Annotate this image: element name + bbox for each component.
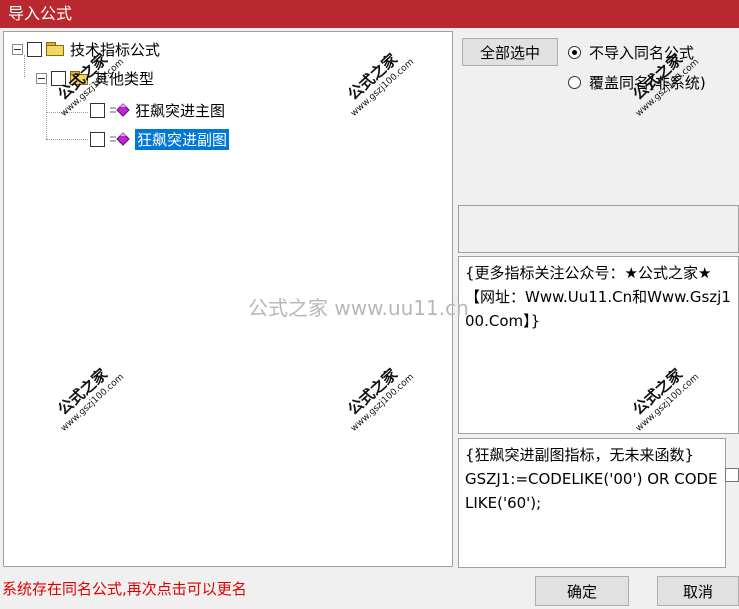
- ok-button[interactable]: 确定: [535, 576, 629, 606]
- tree-node-label: 技术指标公式: [70, 40, 161, 59]
- tree-item-main-chart[interactable]: 狂飙突进主图: [90, 98, 225, 122]
- info-textbox[interactable]: {更多指标关注公众号：★公式之家★【网址：Www.Uu11.Cn和Www.Gsz…: [458, 256, 739, 434]
- tree-line: [46, 139, 88, 140]
- tree-node-group[interactable]: 其他类型: [36, 66, 154, 90]
- radio-checked-icon[interactable]: [568, 46, 581, 59]
- item-checkbox[interactable]: [90, 102, 105, 118]
- collapse-icon[interactable]: [12, 43, 23, 55]
- collapse-icon[interactable]: [36, 72, 47, 84]
- radio-label: 不导入同名公式: [589, 44, 695, 62]
- select-all-button[interactable]: 全部选中: [462, 38, 558, 66]
- tree-line: [46, 112, 88, 113]
- status-message: 系统存在同名公式,再次点击可以更名: [2, 580, 247, 598]
- radio-label: 覆盖同名(非系统): [589, 74, 706, 92]
- side-checkbox[interactable]: [725, 468, 739, 482]
- group-checkbox[interactable]: [51, 70, 66, 86]
- tree-item-label-selected: 狂飙突进副图: [135, 128, 230, 150]
- tree-node-root[interactable]: 技术指标公式: [12, 37, 160, 61]
- cancel-button[interactable]: 取消: [657, 576, 739, 606]
- folder-icon: [46, 42, 64, 56]
- formula-tree[interactable]: 技术指标公式 其他类型 狂飙突进主图 狂飙突进副图: [3, 31, 453, 567]
- formula-textbox[interactable]: {狂飙突进副图指标，无未来函数} GSZJ1:=CODELIKE('00') O…: [458, 438, 726, 568]
- formula-gem-icon: [110, 103, 130, 117]
- formula-gem-icon: [110, 132, 130, 146]
- root-checkbox[interactable]: [27, 41, 42, 57]
- tree-item-label: 狂飙突进主图: [135, 101, 226, 120]
- window-title: 导入公式: [0, 0, 739, 28]
- radio-overwrite[interactable]: 覆盖同名(非系统): [568, 72, 706, 93]
- item-checkbox[interactable]: [90, 131, 105, 147]
- radio-unchecked-icon[interactable]: [568, 76, 581, 89]
- empty-panel: [458, 205, 739, 253]
- tree-node-label: 其他类型: [94, 69, 155, 88]
- folder-icon: [70, 71, 88, 85]
- tree-item-sub-chart[interactable]: 狂飙突进副图: [90, 127, 230, 151]
- radio-no-import[interactable]: 不导入同名公式: [568, 42, 694, 63]
